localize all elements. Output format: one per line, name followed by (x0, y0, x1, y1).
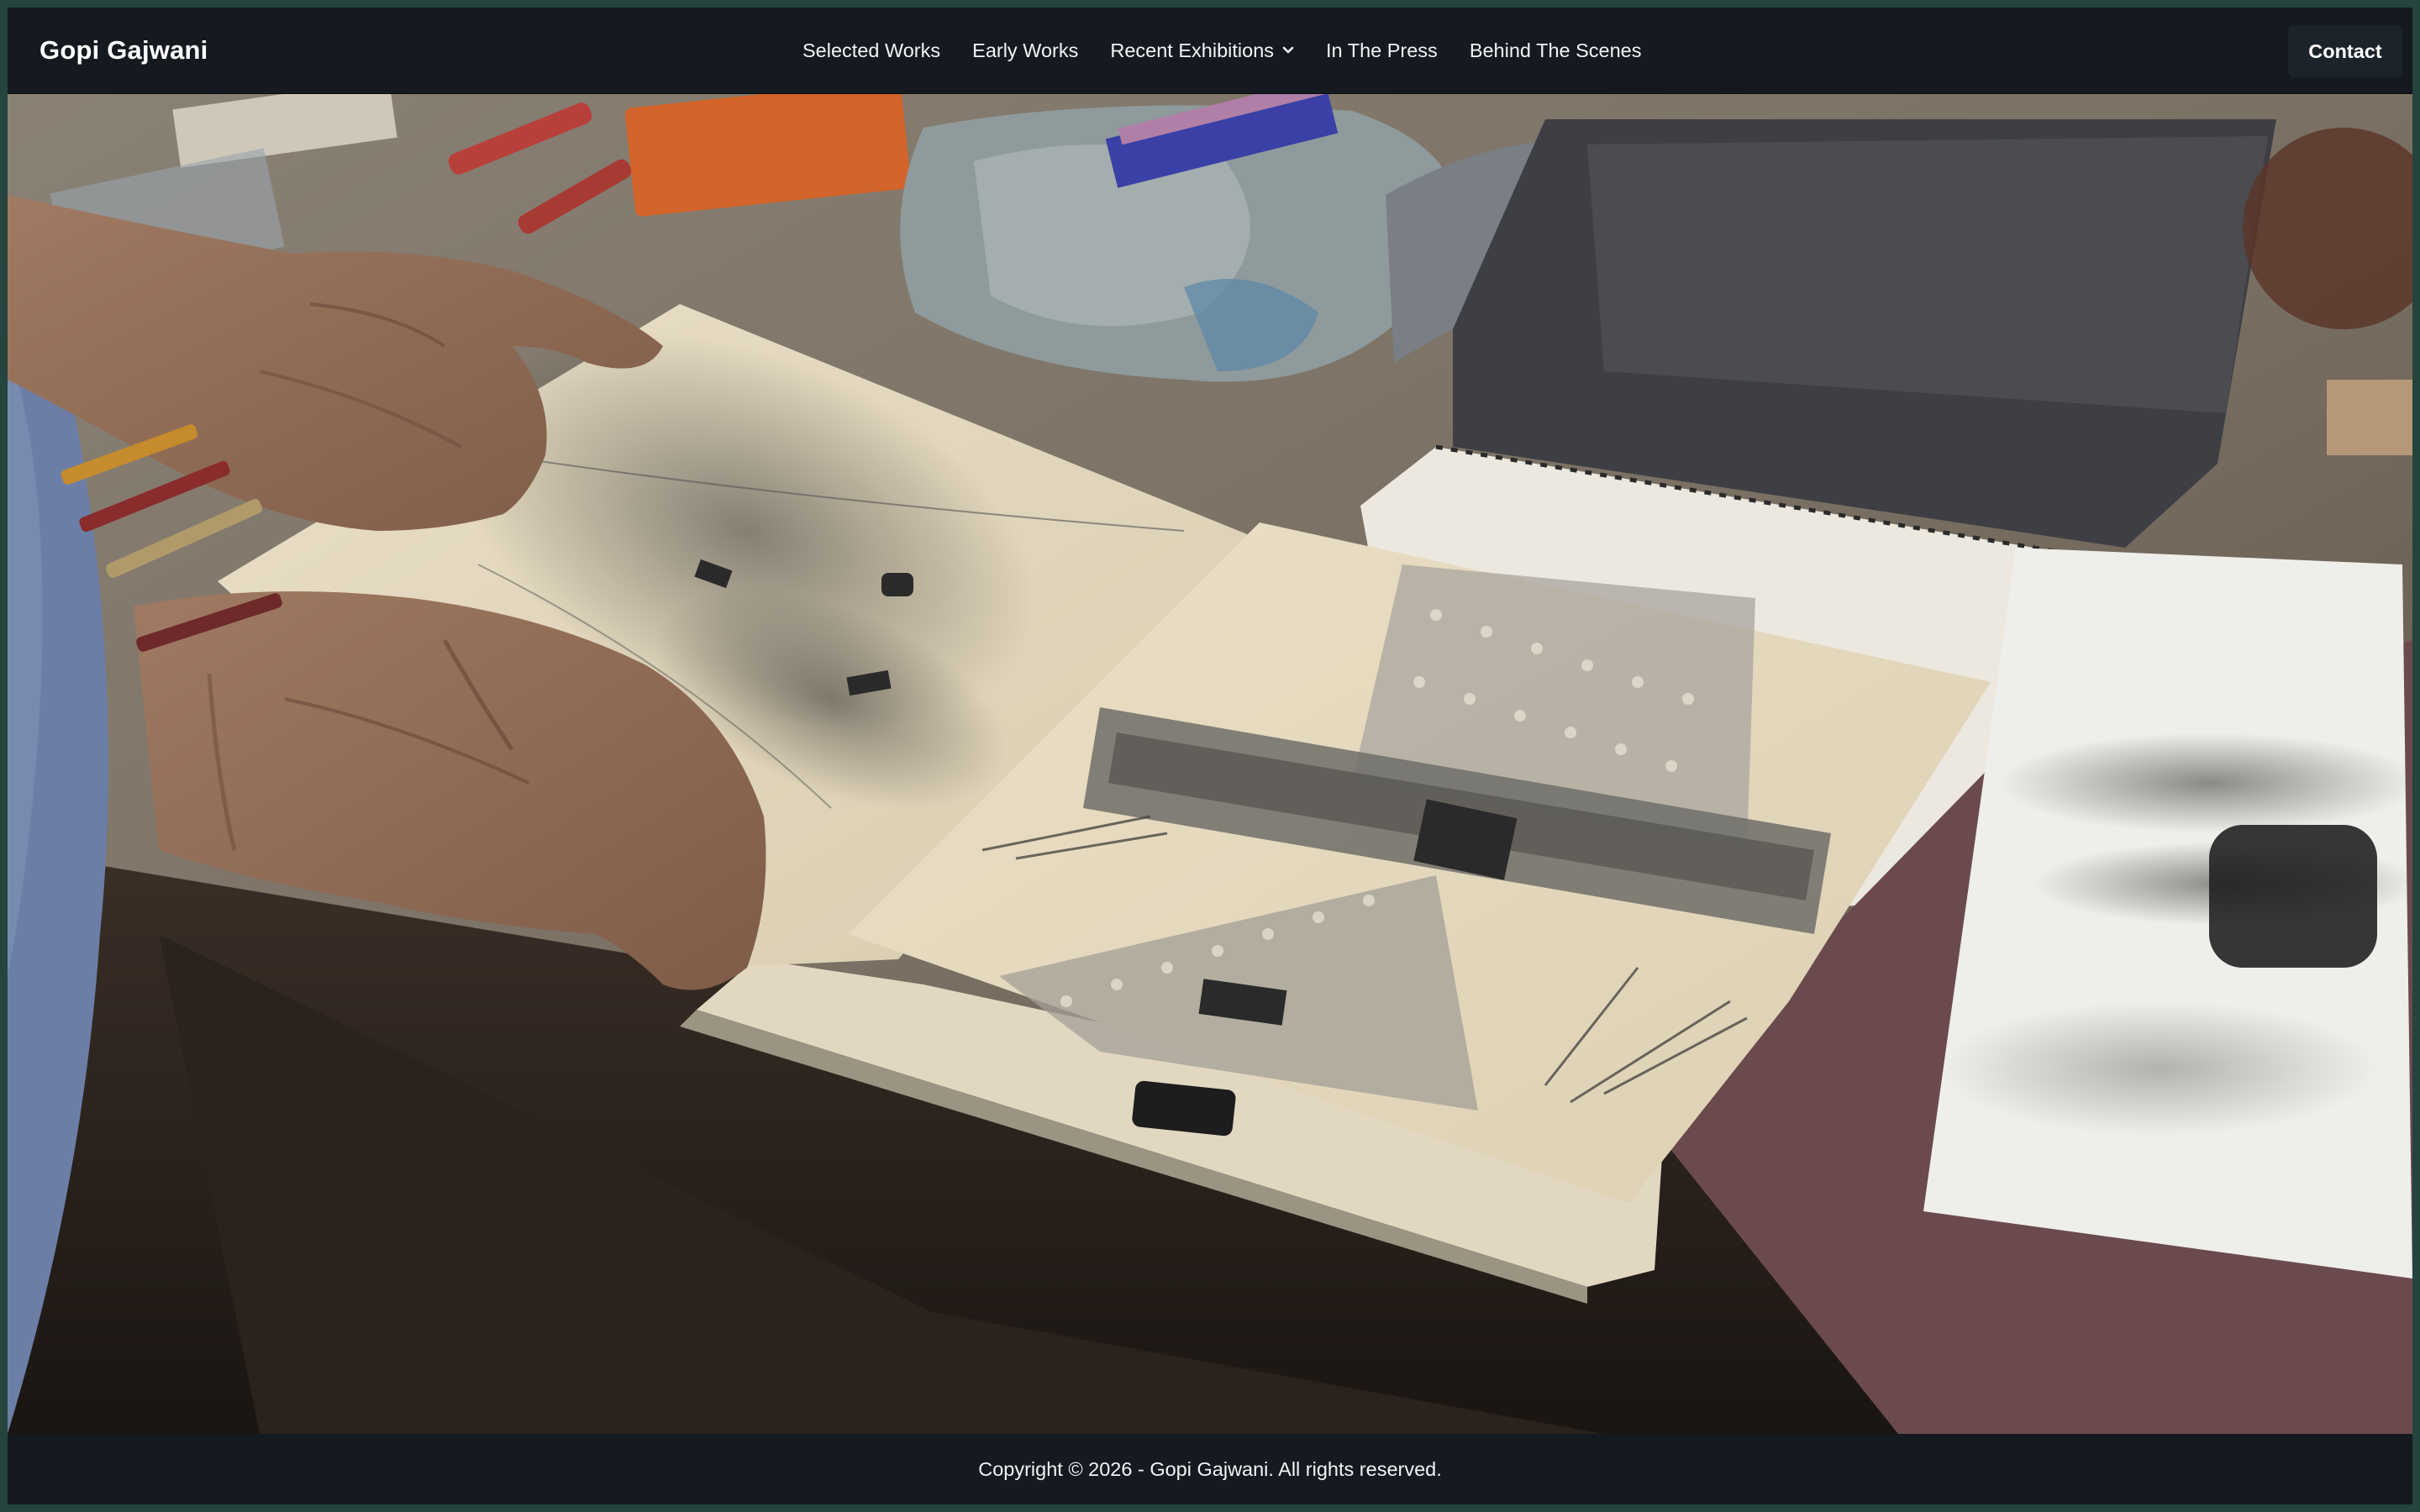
nav-behind-the-scenes[interactable]: Behind The Scenes (1454, 8, 1658, 93)
site-footer: Copyright © 2026 - Gopi Gajwani. All rig… (8, 1434, 2412, 1504)
nav-label: Selected Works (802, 39, 941, 61)
nav-selected-works[interactable]: Selected Works (786, 8, 956, 93)
nav-early-works[interactable]: Early Works (956, 8, 1094, 93)
hero-illustration (8, 94, 2412, 1434)
nav-label: Behind The Scenes (1469, 39, 1642, 61)
copyright-text: Copyright © 2026 - Gopi Gajwani. All rig… (978, 1457, 1442, 1480)
site-title-link[interactable]: Gopi Gajwani (39, 8, 208, 93)
site-header: Gopi Gajwani Selected Works Early Works … (8, 8, 2412, 94)
chevron-down-icon (1282, 46, 1294, 55)
hero-photo (8, 94, 2412, 1434)
nav-label: Recent Exhibitions (1110, 39, 1275, 61)
main-nav: Selected Works Early Works Recent Exhibi… (786, 8, 1658, 93)
contact-button[interactable]: Contact (2288, 25, 2402, 77)
nav-recent-exhibitions-dropdown[interactable]: Recent Exhibitions (1094, 8, 1310, 93)
nav-label: Early Works (972, 39, 1079, 61)
nav-in-the-press[interactable]: In The Press (1310, 8, 1454, 93)
nav-label: In The Press (1326, 39, 1438, 61)
page-frame: Gopi Gajwani Selected Works Early Works … (8, 8, 2412, 1504)
